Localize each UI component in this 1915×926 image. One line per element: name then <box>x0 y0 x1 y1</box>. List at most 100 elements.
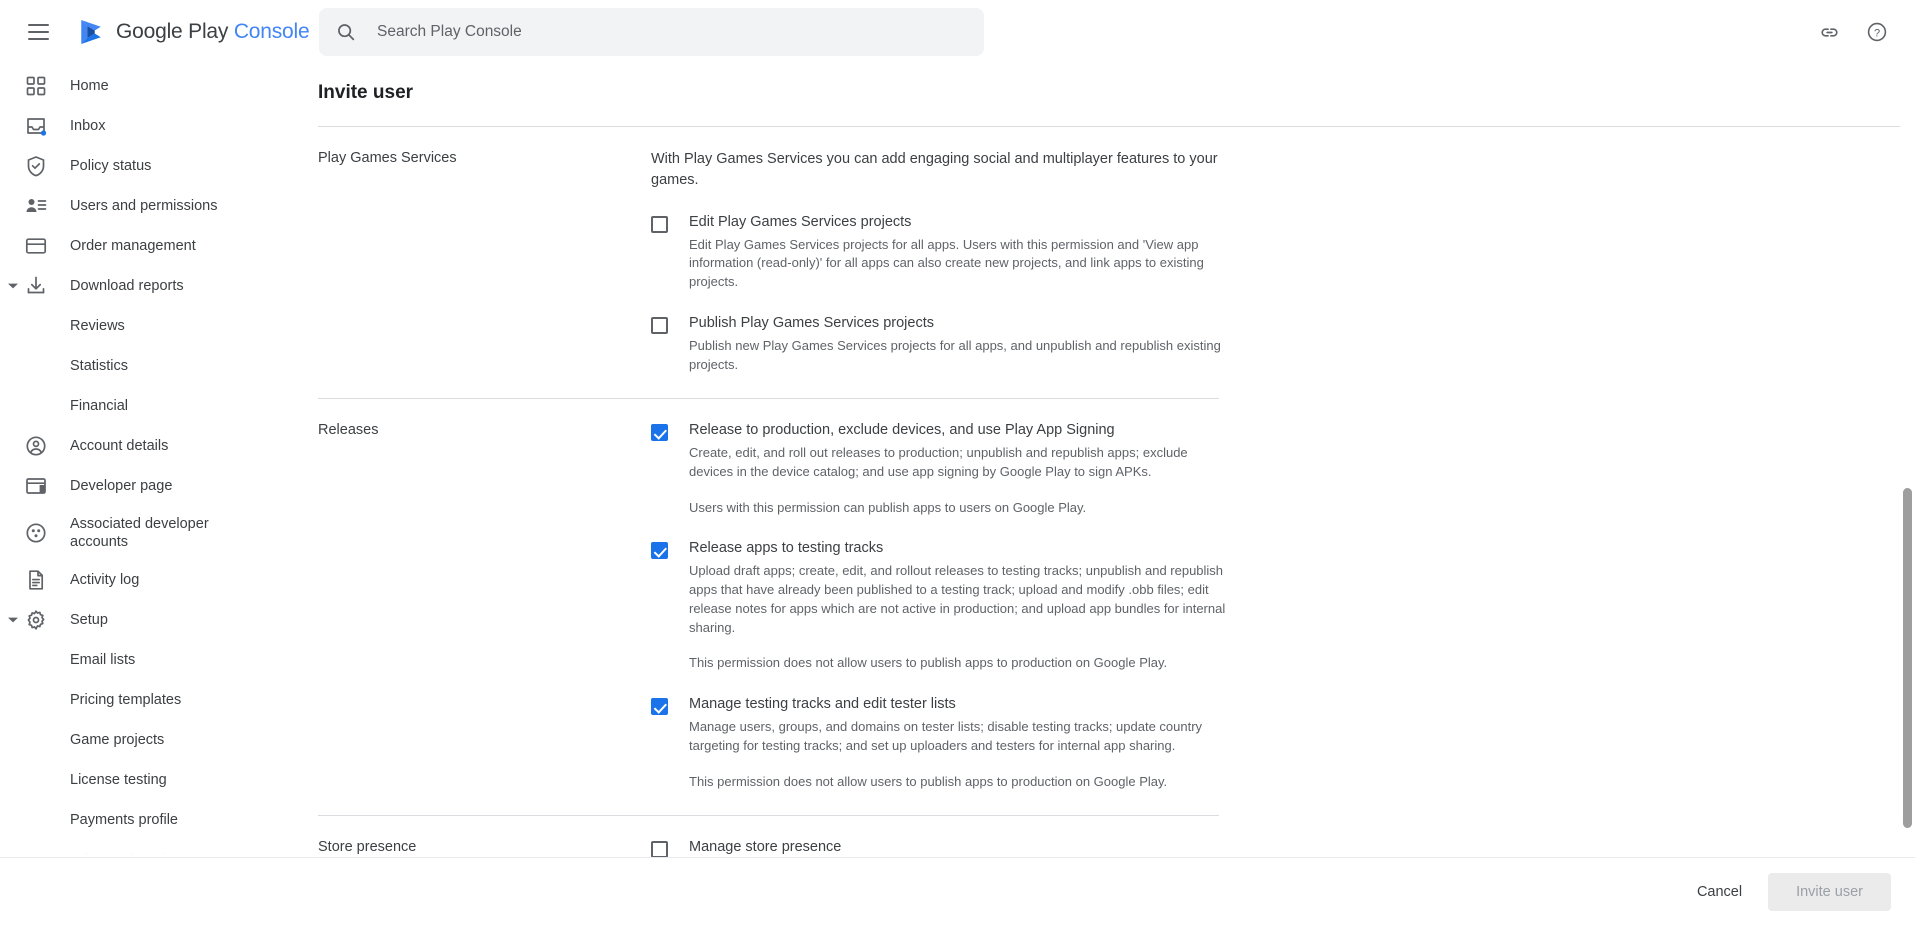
permission-title: Manage store presence <box>689 839 842 856</box>
sidebar-item-license-testing[interactable]: License testing <box>0 760 310 800</box>
account-circle-icon <box>24 434 48 458</box>
grid-apps-icon <box>24 74 48 98</box>
brand-logo-link[interactable]: Google Play Console <box>76 17 310 47</box>
search-icon <box>338 24 355 41</box>
permission-checkbox[interactable] <box>651 542 668 560</box>
permission-text: Publish Play Games Services projects Pub… <box>689 314 1226 374</box>
permission-text: Release apps to testing tracks Upload dr… <box>689 539 1226 673</box>
sidebar-item-label: Reviews <box>70 317 125 334</box>
main-scrollbar-thumb[interactable] <box>1903 488 1912 828</box>
associated-accounts-icon <box>24 521 48 545</box>
main-scrollbar-track[interactable] <box>1900 64 1915 857</box>
topbar-actions: ? <box>1809 12 1897 52</box>
sidebar-item-reviews[interactable]: Reviews <box>0 306 310 346</box>
section-intro: With Play Games Services you can add eng… <box>651 151 1218 189</box>
permission-row: Manage testing tracks and edit tester li… <box>651 695 1226 791</box>
document-lines-icon <box>24 568 48 592</box>
permission-row: Publish Play Games Services projects Pub… <box>651 314 1226 374</box>
sidebar-item-label: Activity log <box>70 571 140 588</box>
sidebar-item-label: Account details <box>70 437 169 454</box>
permission-checkbox[interactable] <box>651 698 668 716</box>
inbox-icon <box>24 114 48 138</box>
permission-checkbox[interactable] <box>651 841 668 857</box>
link-icon[interactable] <box>1809 12 1849 52</box>
sidebar-item-advanced-settings[interactable]: Advanced settings <box>0 840 310 857</box>
sidebar-item-email-lists[interactable]: Email lists <box>0 640 310 680</box>
sidebar-item-associated-developer-accounts[interactable]: Associated developer accounts <box>0 506 210 560</box>
sidebar-item-label: Download reports <box>70 277 184 294</box>
section-body: Manage store presence Edit your store li… <box>651 838 1226 857</box>
permission-text: Release to production, exclude devices, … <box>689 421 1226 517</box>
permission-sections: Play Games Services With Play Games Serv… <box>318 127 1915 857</box>
sidebar-item-financial[interactable]: Financial <box>0 386 310 426</box>
sidebar-item-developer-page[interactable]: Developer page <box>0 466 310 506</box>
sidebar-item-setup[interactable]: Setup <box>0 600 310 640</box>
sidebar-item-statistics[interactable]: Statistics <box>0 346 310 386</box>
chevron-down-icon[interactable] <box>6 613 20 627</box>
permission-section: Play Games Services With Play Games Serv… <box>318 127 1915 374</box>
user-list-icon <box>24 194 48 218</box>
permission-note: This permission does not allow users to … <box>689 655 1168 671</box>
hamburger-menu-icon[interactable] <box>14 8 62 56</box>
sidebar-item-users-and-permissions[interactable]: Users and permissions <box>0 186 310 226</box>
search-bar[interactable] <box>319 8 984 56</box>
section-label: Play Games Services <box>318 150 457 166</box>
permission-row: Manage store presence Edit your store li… <box>651 838 1226 857</box>
play-console-app: Google Play Console ? <box>0 0 1915 926</box>
sidebar-item-download-reports[interactable]: Download reports <box>0 266 310 306</box>
sidebar-item-label: Inbox <box>70 117 106 134</box>
shield-check-icon <box>24 154 48 178</box>
permission-section: Store presence Manage store presence Edi… <box>318 816 1915 857</box>
permission-description: Edit Play Games Services projects for al… <box>689 236 1204 290</box>
section-label: Store presence <box>318 839 417 856</box>
sidebar-item-label: Email lists <box>70 651 136 668</box>
sidebar-item-pricing-templates[interactable]: Pricing templates <box>0 680 310 720</box>
sidebar-item-policy-status[interactable]: Policy status <box>0 146 310 186</box>
sidebar-item-activity-log[interactable]: Activity log <box>0 560 310 600</box>
link-glyph-icon <box>1820 27 1838 37</box>
sidebar-item-order-management[interactable]: Order management <box>0 226 310 266</box>
permission-note: This permission does not allow users to … <box>689 773 1168 789</box>
sidebar-item-account-details[interactable]: Account details <box>0 426 310 466</box>
credit-card-icon <box>24 234 48 258</box>
sidebar-item-label: Order management <box>70 237 196 254</box>
brand-google-play: Google Play <box>116 20 229 43</box>
sidebar-item-label: License testing <box>70 771 167 788</box>
brand-title: Google Play Console <box>116 20 310 44</box>
sidebar-item-label: Developer page <box>70 477 173 494</box>
help-glyph-icon: ? <box>1867 22 1887 42</box>
sidebar-item-label: Associated developer accounts <box>70 515 209 550</box>
developer-page-icon <box>24 474 48 498</box>
permission-checkbox[interactable] <box>651 317 668 335</box>
sidebar-item-label: Users and permissions <box>70 197 218 214</box>
cancel-button[interactable]: Cancel <box>1679 874 1760 910</box>
sidebar-item-label: Policy status <box>70 157 152 174</box>
download-icon <box>24 274 48 298</box>
permission-checkbox[interactable] <box>651 216 668 234</box>
form-footer-bar: Cancel Invite user <box>0 857 1915 926</box>
permission-text: Manage testing tracks and edit tester li… <box>689 695 1226 791</box>
permission-description: Upload draft apps; create, edit, and rol… <box>689 563 1226 635</box>
sidebar-item-inbox[interactable]: Inbox <box>0 106 310 146</box>
permission-text: Edit Play Games Services projects Edit P… <box>689 213 1226 292</box>
permission-text: Manage store presence Edit your store li… <box>689 838 1226 857</box>
sidebar-item-home[interactable]: Home <box>0 66 310 106</box>
main-sidebar-nav[interactable]: Home Inbox Policy status Users and permissi… <box>0 64 318 857</box>
permission-note: Users with this permission can publish a… <box>689 499 1087 515</box>
sidebar-item-payments-profile[interactable]: Payments profile <box>0 800 310 840</box>
sidebar-item-game-projects[interactable]: Game projects <box>0 720 310 760</box>
help-circle-icon[interactable]: ? <box>1857 12 1897 52</box>
sidebar-item-label: Setup <box>70 611 108 628</box>
section-body: Release to production, exclude devices, … <box>651 421 1226 791</box>
section-body: With Play Games Services you can add eng… <box>651 149 1226 374</box>
sidebar-item-label: Game projects <box>70 731 165 748</box>
section-label: Releases <box>318 422 379 439</box>
invite-user-button[interactable]: Invite user <box>1768 873 1891 911</box>
permission-row: Release to production, exclude devices, … <box>651 421 1226 517</box>
google-play-console-logo-icon <box>81 20 101 44</box>
svg-text:?: ? <box>1874 27 1880 39</box>
sidebar-item-label: Statistics <box>70 357 129 374</box>
chevron-down-icon[interactable] <box>6 279 20 293</box>
permission-checkbox[interactable] <box>651 424 668 442</box>
search-input[interactable] <box>375 22 968 42</box>
